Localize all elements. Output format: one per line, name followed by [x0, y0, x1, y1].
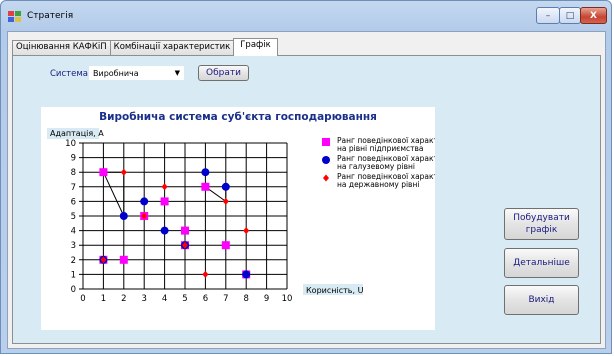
- y-tick-label: 5: [71, 212, 76, 222]
- x-tick-label: 3: [141, 294, 146, 304]
- y-tick-label: 4: [71, 227, 76, 237]
- app-icon: [8, 11, 21, 22]
- legend-marker-1: [322, 138, 330, 146]
- tab-chart[interactable]: Графік: [233, 38, 278, 56]
- minimize-button[interactable]: –: [536, 7, 560, 24]
- series-1-point: [119, 255, 128, 264]
- tab-combinations[interactable]: Комбінації характеристик: [109, 40, 235, 55]
- system-select-value: Виробнича: [93, 69, 139, 78]
- series-1-point: [181, 226, 189, 235]
- x-axis-label: Корисність, U: [306, 286, 364, 295]
- x-tick-label: 9: [264, 294, 269, 304]
- series-3-point: [243, 227, 250, 235]
- series-3-point: [161, 183, 168, 191]
- chart-tab-panel: Система Виробнича ▼ Обрати Виробнича сис…: [12, 55, 601, 344]
- x-tick-label: 2: [121, 294, 126, 304]
- x-tick-label: 10: [282, 294, 293, 304]
- close-button[interactable]: X: [580, 7, 607, 24]
- legend-label-3-cont: на державному рівні: [337, 180, 419, 189]
- x-tick-label: 4: [162, 294, 167, 304]
- y-tick-label: 1: [71, 270, 76, 280]
- y-tick-label: 9: [71, 154, 76, 164]
- series-2-point: [119, 212, 128, 220]
- maximize-button[interactable]: □: [559, 7, 581, 24]
- chart-svg: Виробнича система суб'єкта господарюванн…: [47, 111, 435, 304]
- exit-button[interactable]: Вихід: [504, 285, 579, 315]
- x-tick-label: 1: [101, 294, 106, 304]
- client-area: Оцінювання КАФКіП Комбінації характерист…: [7, 31, 606, 349]
- series-3-point: [120, 168, 127, 176]
- y-tick-label: 3: [71, 241, 76, 251]
- legend-label-1-cont: на рівні підприємства: [337, 144, 424, 153]
- series-3-point: [222, 197, 229, 205]
- legend-marker-2: [322, 156, 330, 164]
- window-title: Стратегія: [27, 11, 74, 21]
- y-tick-label: 10: [65, 139, 76, 149]
- details-button[interactable]: Детальніше: [504, 248, 579, 278]
- choose-button[interactable]: Обрати: [198, 65, 249, 81]
- legend-marker-3: [323, 174, 329, 182]
- connector-line: [102, 171, 125, 217]
- system-label: Система: [50, 69, 88, 79]
- series-1-point: [99, 168, 108, 177]
- x-tick-label: 5: [182, 294, 187, 304]
- y-tick-label: 6: [71, 197, 76, 207]
- build-chart-button[interactable]: Побудувати графік: [504, 208, 579, 240]
- x-tick-label: 7: [223, 294, 228, 304]
- x-tick-label: 0: [80, 294, 85, 304]
- series-3-point: [202, 270, 209, 278]
- series-2-point: [160, 226, 169, 235]
- tab-strip: Оцінювання КАФКіП Комбінації характерист…: [12, 38, 278, 56]
- system-select[interactable]: Виробнича ▼: [89, 66, 184, 80]
- y-tick-label: 0: [71, 285, 76, 295]
- series-1-point: [160, 197, 169, 206]
- series-2-point: [201, 168, 210, 177]
- y-tick-label: 7: [71, 183, 76, 193]
- title-bar[interactable]: Стратегія – □ X: [1, 1, 611, 31]
- chart-title: Виробнича система суб'єкта господарюванн…: [99, 111, 377, 123]
- series-1-point: [201, 182, 210, 191]
- y-tick-label: 8: [71, 168, 76, 178]
- app-window: Стратегія – □ X Оцінювання КАФКіП Комбін…: [0, 0, 612, 354]
- x-tick-label: 6: [203, 294, 208, 304]
- y-axis-label: Адаптація, A: [50, 129, 104, 138]
- tab-kafkip[interactable]: Оцінювання КАФКіП: [12, 40, 111, 55]
- chevron-down-icon: ▼: [174, 69, 180, 77]
- series-2-point: [140, 197, 149, 206]
- series-1-point: [221, 241, 230, 250]
- chart-grid: [79, 142, 288, 290]
- x-tick-label: 8: [243, 294, 248, 304]
- chart-area: Виробнича система суб'єкта господарюванн…: [41, 107, 435, 330]
- series-2-point: [242, 270, 251, 279]
- legend-label-2-cont: на галузевому рівні: [337, 162, 415, 171]
- series-2-point: [221, 182, 230, 191]
- y-tick-label: 2: [71, 256, 76, 266]
